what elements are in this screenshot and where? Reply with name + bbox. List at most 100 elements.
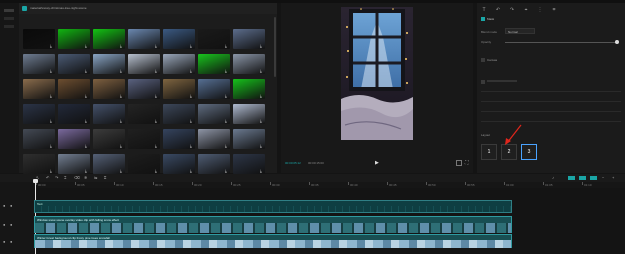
media-thumbnail[interactable]: ⤓ [93, 129, 125, 149]
download-icon[interactable]: ⤓ [155, 69, 159, 73]
download-icon[interactable]: ⤓ [155, 144, 159, 148]
download-icon[interactable]: ⤓ [190, 119, 194, 123]
layout-option-2[interactable]: 2 [501, 144, 517, 160]
media-thumbnail[interactable]: ⤓ [128, 79, 160, 99]
eye-icon[interactable]: ● [10, 204, 14, 208]
crop-icon[interactable]: ⌗ [551, 7, 557, 13]
download-icon[interactable]: ⤓ [120, 69, 124, 73]
play-icon[interactable]: ▶ [375, 160, 381, 166]
media-thumbnail[interactable]: ⤓ [58, 29, 90, 49]
download-icon[interactable]: ⤓ [260, 69, 264, 73]
media-thumbnail[interactable]: ⤓ [128, 104, 160, 124]
media-thumbnail[interactable]: ⤓ [128, 54, 160, 74]
media-scrollbar[interactable] [274, 17, 276, 77]
media-thumbnail[interactable]: ⤓ [233, 104, 265, 124]
download-icon[interactable]: ⤓ [85, 119, 89, 123]
media-thumbnail[interactable]: ⤓ [58, 104, 90, 124]
eye-icon[interactable]: ● [10, 223, 14, 227]
media-thumbnail[interactable]: ⤓ [23, 129, 55, 149]
download-icon[interactable]: ⤓ [260, 169, 264, 173]
media-thumbnail[interactable]: ⤓ [93, 104, 125, 124]
preview-axis-toggle[interactable] [590, 176, 597, 180]
media-thumbnail[interactable]: ⤓ [233, 29, 265, 49]
download-icon[interactable]: ⤓ [120, 94, 124, 98]
media-thumbnail[interactable]: ⤓ [93, 29, 125, 49]
crop-icon[interactable]: ⌗ [104, 175, 109, 180]
download-icon[interactable]: ⤓ [260, 44, 264, 48]
opacity-slider[interactable] [505, 42, 617, 43]
extra-checkbox[interactable] [481, 80, 485, 84]
mic-icon[interactable]: ♪ [552, 175, 557, 180]
download-icon[interactable]: ⤓ [190, 44, 194, 48]
media-thumbnail[interactable]: ⤓ [198, 154, 230, 174]
freeze-icon[interactable]: ❄ [84, 175, 89, 180]
eye-icon[interactable]: ● [10, 240, 14, 244]
sidebar-item-text[interactable] [4, 25, 14, 28]
download-icon[interactable]: ⤓ [85, 69, 89, 73]
download-icon[interactable]: ⤓ [155, 119, 159, 123]
media-thumbnail[interactable]: ⤓ [163, 154, 195, 174]
media-thumbnail[interactable]: ⤓ [58, 154, 90, 174]
undo-icon[interactable]: ↶ [46, 175, 51, 180]
media-thumbnail[interactable]: ⤓ [163, 129, 195, 149]
media-thumbnail[interactable]: ⤓ [58, 129, 90, 149]
media-thumbnail[interactable]: ⤓ [23, 104, 55, 124]
delete-icon[interactable]: ⌫ [74, 175, 80, 180]
media-thumbnail[interactable]: ⤓ [128, 129, 160, 149]
download-icon[interactable]: ⤓ [120, 44, 124, 48]
download-icon[interactable]: ⤓ [120, 119, 124, 123]
media-thumbnail[interactable]: ⤓ [128, 29, 160, 49]
download-icon[interactable]: ⤓ [50, 119, 54, 123]
zoom-out-icon[interactable]: − [602, 175, 607, 180]
media-thumbnail[interactable]: ⤓ [233, 54, 265, 74]
background-clip[interactable]: Winter forest background clip frosty pin… [34, 234, 512, 248]
link-toggle[interactable] [568, 176, 575, 180]
media-thumbnail[interactable]: ⤓ [163, 104, 195, 124]
ratio-icon[interactable] [456, 160, 462, 166]
download-icon[interactable]: ⤓ [50, 169, 54, 173]
split-icon[interactable]: ⋮ [537, 7, 543, 13]
download-icon[interactable]: ⤓ [50, 94, 54, 98]
media-thumbnail[interactable]: ⤓ [93, 154, 125, 174]
media-thumbnail[interactable]: ⤓ [198, 79, 230, 99]
lock-icon[interactable]: ● [3, 223, 7, 227]
media-thumbnail[interactable]: ⤓ [93, 54, 125, 74]
media-thumbnail[interactable]: ⤓ [93, 79, 125, 99]
media-thumbnail[interactable]: ⤓ [163, 79, 195, 99]
download-icon[interactable]: ⤓ [260, 119, 264, 123]
media-thumbnail[interactable]: ⤓ [23, 29, 55, 49]
media-thumbnail[interactable]: ⤓ [23, 79, 55, 99]
pin-icon[interactable]: ⌖ [523, 7, 529, 13]
download-icon[interactable]: ⤓ [85, 169, 89, 173]
media-thumbnail[interactable]: ⤓ [198, 104, 230, 124]
media-thumbnail[interactable]: ⤓ [198, 129, 230, 149]
playhead-handle[interactable] [33, 179, 38, 183]
download-icon[interactable]: ⤓ [225, 69, 229, 73]
download-icon[interactable]: ⤓ [190, 94, 194, 98]
download-icon[interactable]: ⤓ [190, 169, 194, 173]
media-thumbnail[interactable]: ⤓ [233, 154, 265, 174]
download-icon[interactable]: ⤓ [225, 144, 229, 148]
media-thumbnail[interactable]: ⤓ [198, 29, 230, 49]
zoom-in-icon[interactable]: + [612, 175, 617, 180]
timeline-ruler[interactable]: 00:00 00:05 00:10 00:15 00:20 00:25 00:30 00:35… [0, 182, 625, 188]
download-icon[interactable]: ⤓ [225, 169, 229, 173]
fullscreen-icon[interactable]: ⛶ [465, 160, 471, 166]
media-thumbnail[interactable]: ⤓ [58, 54, 90, 74]
redo-icon[interactable]: ↷ [55, 175, 60, 180]
mask-checkbox[interactable] [481, 17, 485, 21]
layout-option-3[interactable]: 3 [521, 144, 537, 160]
lock-icon[interactable]: ● [3, 204, 7, 208]
redo-icon[interactable]: ↷ [509, 7, 515, 13]
media-thumbnail[interactable]: ⤓ [233, 129, 265, 149]
opacity-slider-handle[interactable] [615, 40, 619, 44]
media-thumbnail[interactable]: ⤓ [23, 154, 55, 174]
download-icon[interactable]: ⤓ [225, 94, 229, 98]
text-icon[interactable]: T [481, 7, 487, 13]
download-icon[interactable]: ⤓ [85, 144, 89, 148]
download-icon[interactable]: ⤓ [120, 169, 124, 173]
download-icon[interactable]: ⤓ [85, 94, 89, 98]
download-icon[interactable]: ⤓ [260, 144, 264, 148]
download-icon[interactable]: ⤓ [120, 144, 124, 148]
sidebar-item-media[interactable] [4, 9, 14, 12]
